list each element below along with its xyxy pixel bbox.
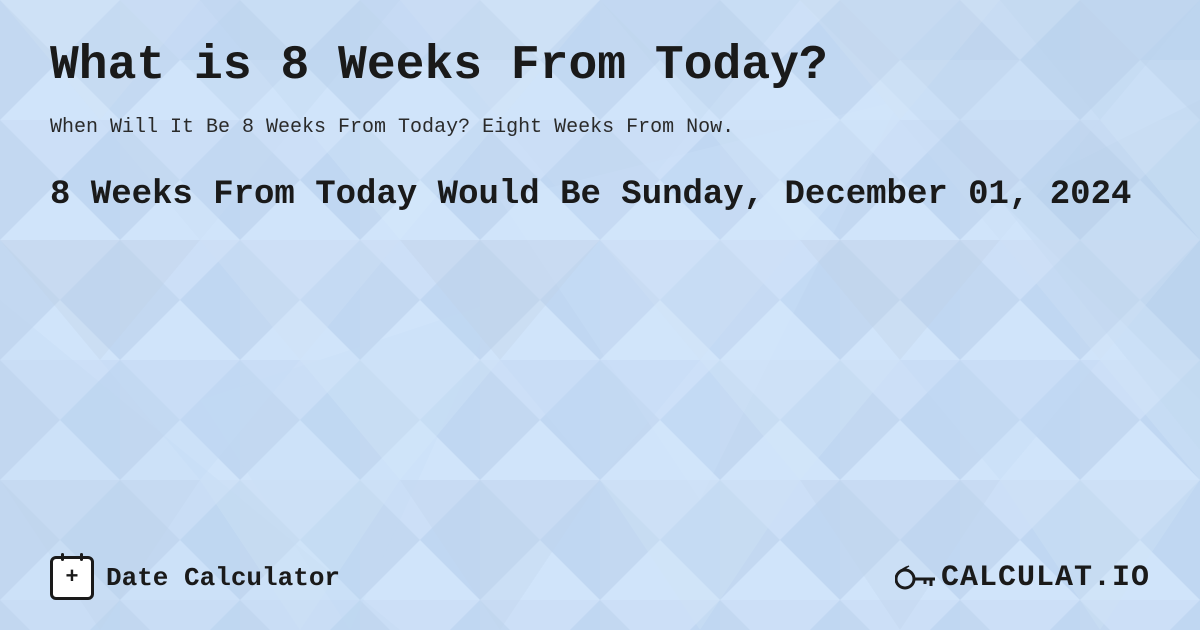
footer: + Date Calculator CALCULAT.IO (50, 536, 1150, 600)
calendar-icon: + (50, 556, 94, 600)
site-logo: CALCULAT.IO (895, 561, 1150, 596)
result-text: 8 Weeks From Today Would Be Sunday, Dece… (50, 173, 1150, 217)
logo-key-icon (895, 561, 935, 596)
calendar-plus-sign: + (65, 567, 78, 589)
header-section: What is 8 Weeks From Today? When Will It… (50, 40, 1150, 143)
date-calculator-label: Date Calculator (106, 563, 340, 593)
result-section: 8 Weeks From Today Would Be Sunday, Dece… (50, 173, 1150, 217)
logo-text: CALCULAT.IO (941, 561, 1150, 595)
date-calculator-branding: + Date Calculator (50, 556, 340, 600)
page-title: What is 8 Weeks From Today? (50, 40, 1150, 93)
page-subtitle: When Will It Be 8 Weeks From Today? Eigh… (50, 113, 1150, 143)
